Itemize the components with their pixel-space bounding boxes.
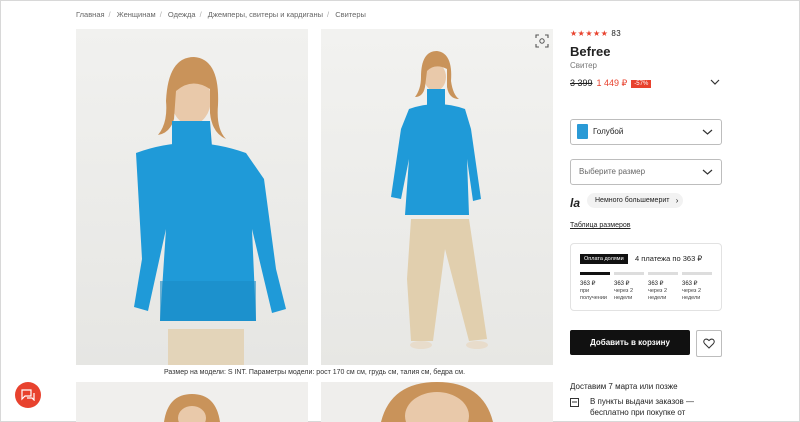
model-full-image xyxy=(391,51,488,349)
color-select[interactable]: Голубой xyxy=(570,119,722,145)
model-closeup-image xyxy=(164,394,220,422)
model-size-caption: Размер на модели: S INT. Параметры модел… xyxy=(163,369,466,376)
installment-progress-1 xyxy=(580,272,610,275)
rating-stars: ★★★★★ xyxy=(570,29,609,38)
installment-payment: 363 ₽ при получении xyxy=(580,281,607,301)
breadcrumb: Главная / Женщинам / Одежда / Джемперы, сви… xyxy=(76,10,366,19)
chevron-down-icon xyxy=(702,129,713,135)
new-price: 1 449 ₽ xyxy=(596,78,628,88)
installment-text: 4 платежа по 363 ₽ xyxy=(635,254,703,263)
breadcrumb-item[interactable]: Одежда xyxy=(168,10,196,19)
heart-icon xyxy=(703,338,715,349)
price-block: 3 399 1 449 ₽ -57% xyxy=(570,78,722,92)
product-photo-3[interactable] xyxy=(76,382,308,422)
breadcrumb-item[interactable]: Женщинам xyxy=(117,10,156,19)
product-type: Свитер xyxy=(570,61,597,70)
installment-payment: 363 ₽ через 2 недели xyxy=(682,281,702,301)
fit-text: Немного большемерит xyxy=(595,197,670,204)
installment-block[interactable]: Оплата долями 4 платежа по 363 ₽ 363 ₽ пр… xyxy=(570,243,722,311)
chat-icon xyxy=(21,389,35,401)
color-select-value: Голубой xyxy=(593,127,624,136)
model-front-image xyxy=(134,57,286,365)
add-to-cart-button[interactable]: Добавить в корзину xyxy=(570,330,690,355)
pickup-text: В пункты выдачи заказов — бесплатно при … xyxy=(590,397,694,417)
size-table-link[interactable]: Таблица размеров xyxy=(570,222,631,229)
chevron-down-icon xyxy=(702,169,713,175)
chat-button[interactable] xyxy=(15,382,41,408)
rating[interactable]: ★★★★★ 83 xyxy=(570,29,722,38)
brand-name[interactable]: Befree xyxy=(570,44,722,59)
installment-badge: Оплата долями xyxy=(580,254,628,264)
pickup-info: В пункты выдачи заказов — бесплатно при … xyxy=(570,396,720,418)
color-swatch-icon xyxy=(577,124,588,139)
product-info: ★★★★★ 83 Befree Свитер 3 399 1 449 ₽ -57% xyxy=(570,29,722,92)
fit-pill[interactable]: Немного большемерит › xyxy=(587,193,684,208)
pickup-point-icon xyxy=(570,398,579,407)
product-photo-4[interactable] xyxy=(321,382,553,422)
product-photo-front[interactable] xyxy=(76,29,308,365)
installment-payment: 363 ₽ через 2 недели xyxy=(648,281,668,301)
product-photo-full[interactable] xyxy=(321,29,553,365)
chevron-down-icon[interactable] xyxy=(710,78,720,86)
discount-badge: -57% xyxy=(631,80,652,88)
fullscreen-icon[interactable] xyxy=(535,34,549,48)
review-count: 83 xyxy=(611,29,622,38)
la-logo: la xyxy=(570,196,581,210)
size-select[interactable]: Выберите размер xyxy=(570,159,722,185)
fit-info: la Немного большемерит › xyxy=(570,193,720,210)
installment-progress-2 xyxy=(614,272,644,275)
installment-progress-3 xyxy=(648,272,678,275)
installment-progress-4 xyxy=(682,272,712,275)
chevron-right-icon: › xyxy=(675,196,679,205)
old-price: 3 399 xyxy=(570,78,593,88)
breadcrumb-item[interactable]: Свитеры xyxy=(335,10,366,19)
model-face-image xyxy=(381,382,493,422)
breadcrumb-item[interactable]: Главная xyxy=(76,10,105,19)
favorite-button[interactable] xyxy=(696,330,722,357)
installment-payment: 363 ₽ через 2 недели xyxy=(614,281,634,301)
size-select-placeholder: Выберите размер xyxy=(579,167,646,176)
breadcrumb-item[interactable]: Джемперы, свитеры и кардиганы xyxy=(208,10,323,19)
delivery-date: Доставим 7 марта или позже xyxy=(570,382,678,391)
